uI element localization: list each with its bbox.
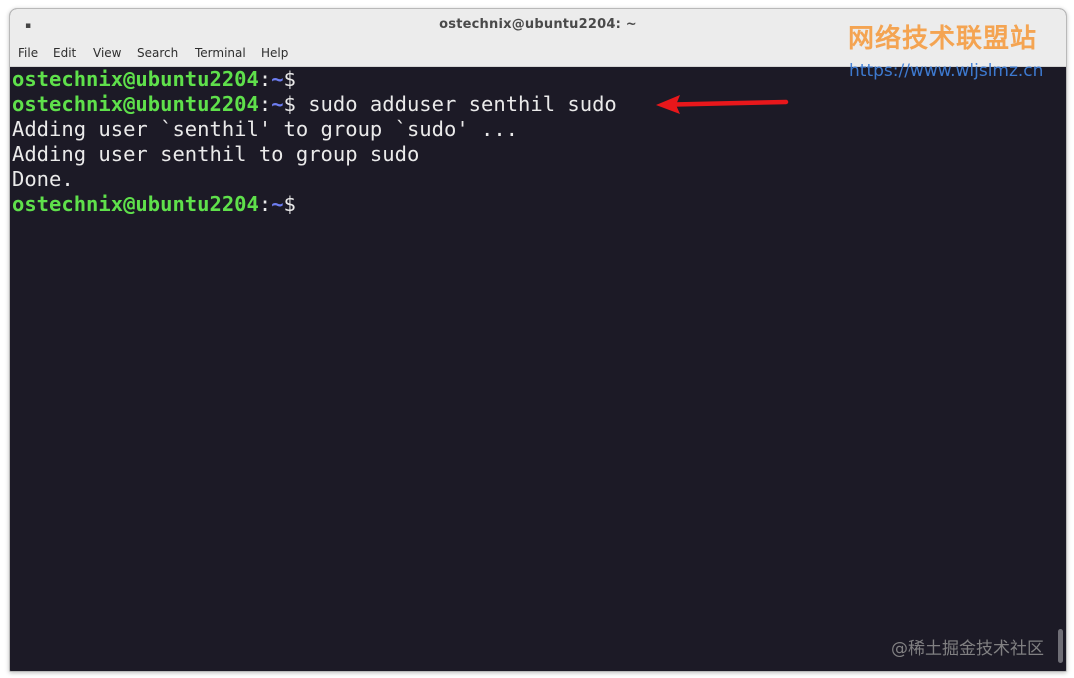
prompt-symbol: $ xyxy=(283,67,296,91)
menu-edit[interactable]: Edit xyxy=(53,46,76,60)
prompt-symbol: $ xyxy=(283,192,296,216)
menu-file[interactable]: File xyxy=(18,46,38,60)
prompt-user: ostechnix@ubuntu2204 xyxy=(12,192,259,216)
menu-view[interactable]: View xyxy=(93,46,121,60)
prompt-path: ~ xyxy=(271,192,284,216)
site-name-watermark: 网络技术联盟站 xyxy=(848,24,1038,54)
menu-terminal[interactable]: Terminal xyxy=(195,46,246,60)
terminal-line-prompt: ostechnix@ubuntu2204:~$ xyxy=(12,67,296,92)
terminal-line-command: ostechnix@ubuntu2204:~$ sudo adduser sen… xyxy=(12,92,617,117)
terminal-output[interactable]: ostechnix@ubuntu2204:~$ ostechnix@ubuntu… xyxy=(10,67,1066,671)
prompt-path: ~ xyxy=(271,92,284,116)
prompt-user: ostechnix@ubuntu2204 xyxy=(12,92,259,116)
terminal-output-line: Done. xyxy=(12,167,74,191)
annotation-arrow-icon xyxy=(656,95,789,114)
terminal-window: ▪ ostechnix@ubuntu2204: ~ File Edit View… xyxy=(9,8,1067,672)
prompt-user: ostechnix@ubuntu2204 xyxy=(12,67,259,91)
menu-search[interactable]: Search xyxy=(137,46,178,60)
prompt-path: ~ xyxy=(271,67,284,91)
terminal-output-line: Adding user `senthil' to group `sudo' ..… xyxy=(12,117,519,141)
prompt-colon: : xyxy=(258,192,272,216)
juejin-watermark: @稀土掘金技术社区 xyxy=(891,639,1044,659)
prompt-symbol: $ xyxy=(283,92,296,116)
terminal-line-prompt: ostechnix@ubuntu2204:~$ xyxy=(12,192,296,217)
command-text: sudo adduser senthil sudo xyxy=(295,92,617,116)
scrollbar-thumb[interactable] xyxy=(1058,629,1063,663)
prompt-colon: : xyxy=(258,92,272,116)
site-url-watermark: https://www.wljslmz.cn xyxy=(849,61,1044,81)
menu-help[interactable]: Help xyxy=(261,46,288,60)
terminal-output-line: Adding user senthil to group sudo xyxy=(12,142,420,166)
prompt-colon: : xyxy=(258,67,272,91)
